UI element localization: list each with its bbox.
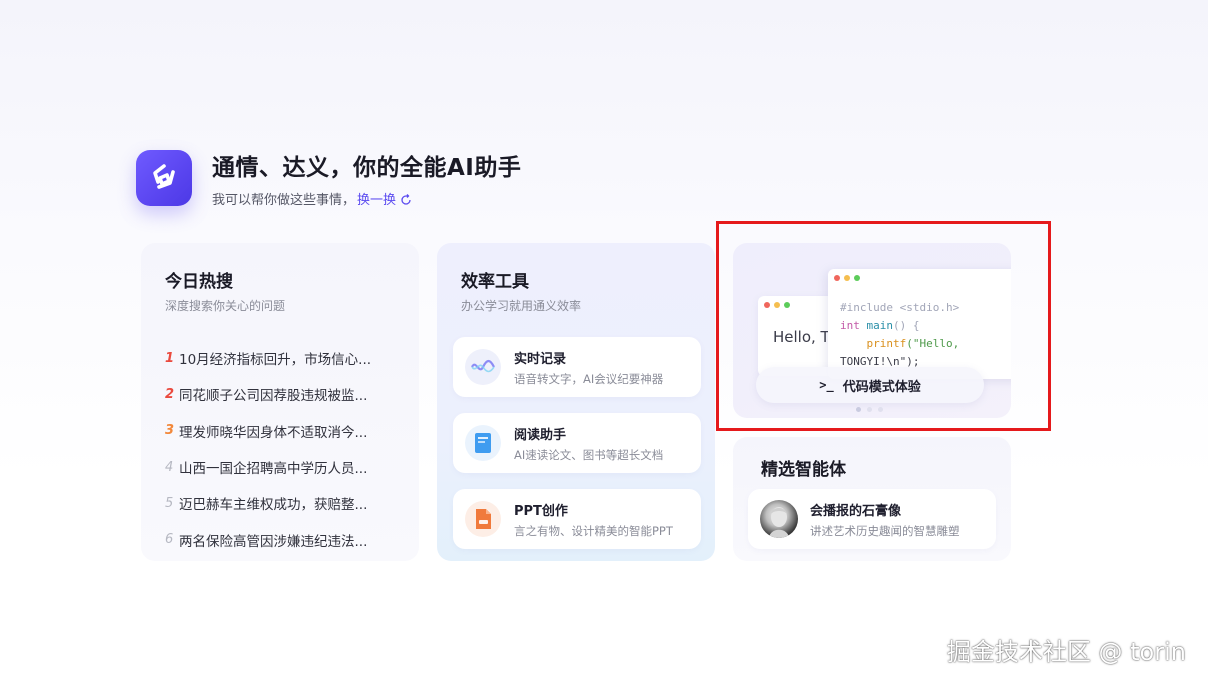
code-mode-carousel[interactable]: Hello, T #include <stdio.h> int main() {… [733, 243, 1011, 418]
rank-number: 4 [165, 459, 174, 475]
pager-dot-2[interactable] [867, 407, 872, 412]
tool-desc: 语音转文字，AI会议纪要神器 [514, 372, 664, 386]
window-minimize-dot [774, 302, 780, 308]
hot-search-card: 今日热搜 深度搜索你关心的问题 1 10月经济指标回升，市场信心... 2 同花顺子… [141, 243, 419, 561]
pager-dot-3[interactable] [878, 407, 883, 412]
agent-item[interactable]: 会播报的石膏像 讲述艺术历史趣闻的智慧雕塑 [748, 489, 996, 549]
featured-agents-card: 精选智能体 会播报的石膏像 讲述艺术历史趣闻的智慧雕塑 [733, 437, 1011, 561]
tool-name: 实时记录 [514, 352, 567, 367]
hot-search-text: 同花顺子公司因荐股违规被监... [179, 388, 368, 405]
code-punct: () { [893, 319, 920, 332]
tool-ppt-creation[interactable]: PPT创作 言之有物、设计精美的智能PPT [453, 489, 701, 549]
code-function: main [866, 319, 894, 332]
page-subtitle: 我可以帮你做这些事情， 换一换 [212, 189, 412, 210]
code-call: printf [866, 337, 907, 350]
window-maximize-dot [784, 302, 790, 308]
hot-search-text: 理发师晓华因身体不适取消今... [179, 424, 368, 441]
code-mode-button[interactable]: >_ 代码模式体验 [756, 367, 984, 403]
code-mode-label: 代码模式体验 [842, 379, 921, 395]
window-minimize-dot [844, 275, 850, 281]
hot-search-item-2[interactable]: 2 同花顺子公司因荐股违规被监... [165, 376, 371, 412]
tool-desc: 言之有物、设计精美的智能PPT [514, 524, 673, 538]
code-preview-front-window: #include <stdio.h> int main() { printf("… [828, 269, 1011, 379]
hot-search-subtitle: 深度搜索你关心的问题 [165, 299, 286, 313]
agent-desc: 讲述艺术历史趣闻的智慧雕塑 [810, 524, 960, 538]
hot-search-item-5[interactable]: 5 迈巴赫车主维权成功，获赔整... [165, 485, 371, 521]
wave-icon [465, 349, 501, 385]
rank-number: 3 [165, 423, 175, 439]
hot-search-item-3[interactable]: 3 理发师晓华因身体不适取消今... [165, 413, 371, 449]
hot-search-item-6[interactable]: 6 两名保险高管因涉嫌违纪违法... [165, 521, 371, 557]
rank-number: 6 [165, 532, 174, 548]
hot-search-item-1[interactable]: 1 10月经济指标回升，市场信心... [165, 340, 371, 376]
hot-search-text: 10月经济指标回升，市场信心... [179, 352, 372, 369]
window-close-dot [764, 302, 770, 308]
tool-desc: AI速读论文、图书等超长文档 [514, 448, 664, 462]
code-keyword: int [840, 319, 860, 332]
code-line-include: #include <stdio.h> [840, 301, 960, 314]
efficiency-tools-card: 效率工具 办公学习就用通义效率 实时记录 语音转文字，AI会议纪要神器 阅读助手… [437, 243, 715, 561]
subtitle-text: 我可以帮你做这些事情， [212, 193, 356, 208]
tools-subtitle: 办公学习就用通义效率 [461, 299, 582, 313]
tool-reading-assistant[interactable]: 阅读助手 AI速读论文、图书等超长文档 [453, 413, 701, 473]
plaster-bust-avatar [760, 500, 798, 538]
book-icon [465, 425, 501, 461]
ppt-icon [465, 501, 501, 537]
pager-dot-1[interactable] [856, 407, 861, 412]
hot-search-item-4[interactable]: 4 山西一国企招聘高中学历人员... [165, 449, 371, 485]
tool-realtime-record[interactable]: 实时记录 语音转文字，AI会议纪要神器 [453, 337, 701, 397]
window-controls [834, 275, 860, 281]
window-maximize-dot [854, 275, 860, 281]
agents-title: 精选智能体 [761, 460, 846, 480]
terminal-prompt-icon: >_ [819, 378, 834, 392]
carousel-pager [856, 407, 883, 412]
tool-name: PPT创作 [514, 504, 568, 519]
page-title: 通情、达义，你的全能AI助手 [212, 155, 522, 181]
tool-name: 阅读助手 [514, 428, 567, 443]
code-snippet: #include <stdio.h> int main() { printf("… [840, 299, 959, 371]
tools-title: 效率工具 [461, 272, 529, 292]
hello-text: Hello, T [773, 328, 830, 346]
watermark: 掘金技术社区 @ torin [946, 638, 1186, 666]
window-controls [764, 302, 790, 308]
hot-search-list: 1 10月经济指标回升，市场信心... 2 同花顺子公司因荐股违规被监... 3 理发… [165, 340, 371, 558]
hot-search-text: 迈巴赫车主维权成功，获赔整... [179, 497, 368, 514]
rank-number: 1 [165, 350, 175, 366]
hot-search-text: 两名保险高管因涉嫌违纪违法... [179, 533, 368, 550]
code-string: ("Hello, [906, 337, 960, 350]
swap-link[interactable]: 换一换 [357, 193, 396, 208]
hot-search-text: 山西一国企招聘高中学历人员... [179, 461, 368, 478]
rank-number: 2 [165, 386, 175, 402]
agent-name: 会播报的石膏像 [810, 504, 902, 519]
window-close-dot [834, 275, 840, 281]
rank-number: 5 [165, 495, 174, 511]
hot-search-title: 今日热搜 [165, 272, 233, 292]
tongyi-logo-icon[interactable] [136, 150, 192, 206]
refresh-icon[interactable] [400, 194, 412, 210]
